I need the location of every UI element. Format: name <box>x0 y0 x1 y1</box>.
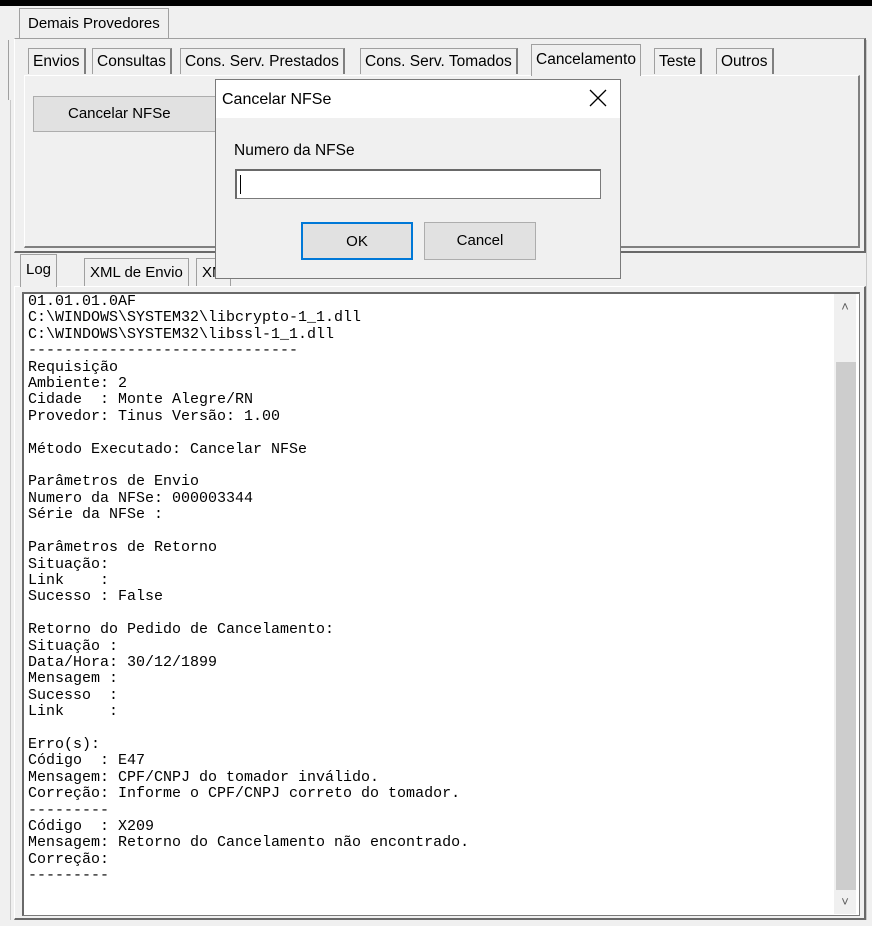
scroll-up-icon[interactable]: ˄ <box>834 296 856 318</box>
tab-log[interactable]: Log <box>20 254 58 287</box>
scrollbar-thumb[interactable] <box>836 362 856 890</box>
tab-outros[interactable]: Outros <box>716 48 774 74</box>
cancelar-nfse-dialog: Cancelar NFSe Numero da NFSe OK Cancel <box>215 79 621 279</box>
cancelar-nfse-button[interactable]: Cancelar NFSe <box>33 96 233 132</box>
tab-cancelamento[interactable]: Cancelamento <box>531 44 641 76</box>
right-panel-edge <box>866 40 872 920</box>
text-caret <box>240 175 241 194</box>
ok-button[interactable]: OK <box>301 222 413 260</box>
numero-nfse-label: Numero da NFSe <box>234 142 355 159</box>
scroll-down-icon[interactable]: ˅ <box>834 891 856 913</box>
tab-cons-serv-tomados[interactable]: Cons. Serv. Tomados <box>360 48 518 74</box>
tab-xml-de-envio[interactable]: XML de Envio <box>84 258 189 286</box>
vertical-scrollbar[interactable]: ˄ ˅ <box>834 294 856 914</box>
numero-nfse-input[interactable] <box>235 169 601 199</box>
tab-demais-provedores[interactable]: Demais Provedores <box>19 8 169 38</box>
tab-cons-serv-prestados[interactable]: Cons. Serv. Prestados <box>180 48 345 74</box>
window-top-border <box>0 0 872 6</box>
tab-consultas[interactable]: Consultas <box>92 48 172 74</box>
cancel-button[interactable]: Cancel <box>424 222 536 260</box>
dialog-title-bar: Cancelar NFSe <box>216 80 620 118</box>
close-icon[interactable] <box>584 84 612 112</box>
log-text[interactable]: 01.01.01.0AF C:\WINDOWS\SYSTEM32\libcryp… <box>28 294 469 885</box>
log-memo[interactable]: 01.01.01.0AF C:\WINDOWS\SYSTEM32\libcryp… <box>22 292 860 916</box>
tab-teste[interactable]: Teste <box>654 48 703 74</box>
tab-envios[interactable]: Envios <box>28 48 86 74</box>
dialog-title: Cancelar NFSe <box>222 91 332 108</box>
left-splitter <box>0 40 9 100</box>
left-panel-edge <box>0 100 11 920</box>
